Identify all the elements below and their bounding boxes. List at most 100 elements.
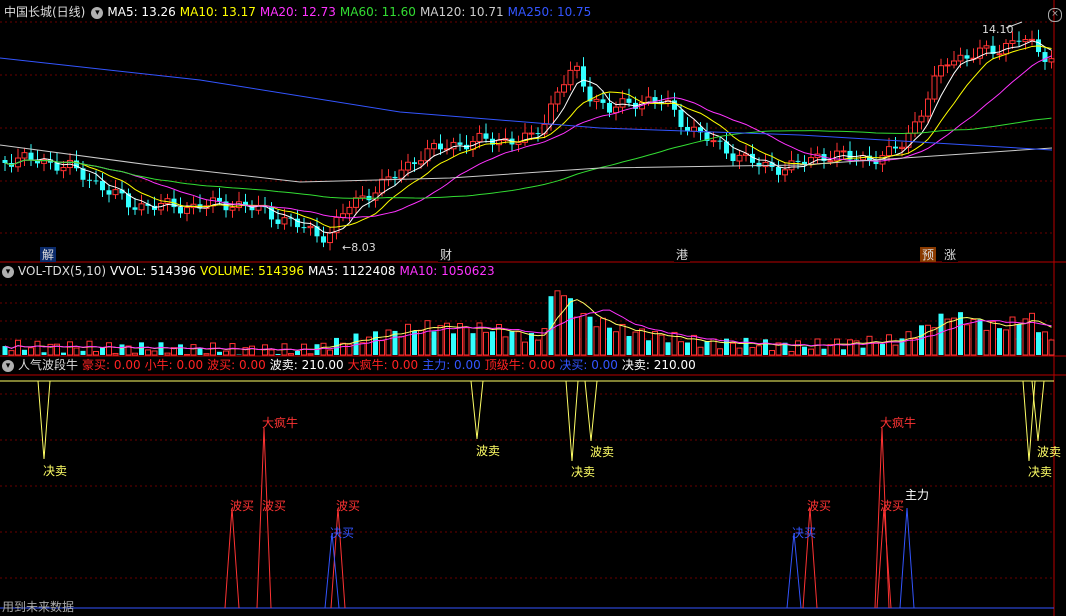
volume-bar bbox=[983, 329, 990, 356]
candle-body bbox=[541, 123, 548, 135]
volume-title: VOL-TDX(5,10) bbox=[18, 264, 107, 278]
candle-body bbox=[528, 132, 535, 135]
signal-label: 波买 bbox=[807, 499, 832, 513]
volume-bar bbox=[1029, 312, 1035, 356]
volume-bar bbox=[47, 343, 54, 356]
volume-bar bbox=[808, 348, 814, 356]
volume-bar bbox=[587, 316, 593, 355]
candle-body bbox=[782, 169, 788, 176]
volume-header: ▾ VOL-TDX(5,10) VVOL: 514396 VOLUME: 514396… bbox=[0, 263, 503, 279]
volume-bar bbox=[1042, 331, 1048, 356]
candle-body bbox=[574, 65, 580, 71]
volume-bar bbox=[359, 342, 366, 356]
buy-spike bbox=[899, 507, 915, 609]
chart-stage[interactable]: 14.10 ←8.03 解 财 港 预涨 bbox=[0, 0, 1066, 616]
candle-body bbox=[184, 207, 190, 214]
volume-bar bbox=[593, 326, 600, 356]
candle-body bbox=[938, 65, 944, 77]
volume-bar bbox=[203, 353, 210, 356]
close-icon[interactable]: × bbox=[1048, 8, 1062, 22]
candle-body bbox=[827, 160, 834, 163]
candle-body bbox=[886, 146, 892, 157]
volume-bars bbox=[2, 290, 1055, 356]
signal-label: 波买 bbox=[336, 499, 361, 513]
legend-value: 波买: 0.00 bbox=[207, 358, 266, 372]
buy-spike bbox=[786, 532, 802, 609]
candle-body bbox=[626, 98, 632, 103]
chevron-down-icon[interactable]: ▾ bbox=[2, 265, 14, 278]
volume-bar bbox=[1036, 332, 1041, 355]
volume-bar bbox=[28, 347, 34, 356]
volume-bar bbox=[112, 352, 119, 356]
signal-label: 决卖 bbox=[1028, 465, 1053, 479]
volume-bar bbox=[769, 350, 775, 356]
volume-bar bbox=[385, 329, 392, 356]
volume-bar bbox=[697, 346, 704, 356]
volume-bar bbox=[483, 331, 489, 356]
ma10-line bbox=[4, 45, 1052, 228]
candle-body bbox=[412, 162, 417, 164]
volume-bar bbox=[561, 295, 567, 356]
buy-spike bbox=[224, 507, 240, 609]
volume-bar bbox=[763, 339, 768, 355]
volume-bar bbox=[190, 344, 197, 356]
candle-body bbox=[106, 190, 112, 195]
volume-bar bbox=[931, 327, 938, 356]
buy-spike bbox=[874, 427, 890, 609]
signal-label: 波卖 bbox=[1037, 445, 1062, 459]
volume-bar bbox=[743, 337, 749, 355]
candle-body bbox=[1042, 52, 1048, 62]
chevron-down-icon[interactable]: ▾ bbox=[2, 359, 14, 372]
candle-body bbox=[1048, 58, 1055, 63]
signal-label: 大疯牛 bbox=[262, 416, 299, 430]
volume-bar bbox=[424, 320, 431, 356]
candle-body bbox=[795, 160, 801, 162]
candle-body bbox=[346, 206, 353, 215]
candle-body bbox=[607, 102, 612, 113]
legend-value: 决卖: 210.00 bbox=[621, 358, 696, 372]
candle-body bbox=[931, 75, 938, 100]
legend-value: 决买: 0.00 bbox=[559, 358, 618, 372]
volume-bar bbox=[886, 334, 892, 356]
volume-bar bbox=[847, 339, 853, 356]
ma20-line bbox=[4, 55, 1052, 219]
candle-body bbox=[944, 64, 951, 67]
volume-bar bbox=[86, 340, 93, 356]
future-data-warning: 用到未来数据 bbox=[2, 600, 75, 614]
candle-body bbox=[307, 225, 314, 229]
candle-body bbox=[379, 178, 385, 194]
candle-body bbox=[1009, 40, 1016, 44]
signal-label: 波卖 bbox=[476, 444, 501, 458]
candle-body bbox=[840, 150, 847, 153]
volume-bar bbox=[841, 349, 846, 355]
volume-bar bbox=[730, 342, 736, 356]
candle-body bbox=[918, 115, 925, 123]
legend-value: MA120: 10.71 bbox=[419, 5, 504, 19]
event-marker: 预 bbox=[922, 248, 934, 262]
volume-bar bbox=[834, 338, 840, 356]
volume-bar bbox=[736, 347, 743, 356]
candle-body bbox=[515, 141, 522, 145]
volume-bar bbox=[788, 350, 795, 356]
candle-body bbox=[717, 140, 723, 142]
volume-bar bbox=[340, 342, 346, 356]
volume-bar bbox=[756, 345, 762, 356]
sell-spike bbox=[584, 380, 598, 442]
volume-bar bbox=[652, 331, 658, 356]
candle-body bbox=[457, 142, 463, 145]
candle-body bbox=[112, 189, 119, 196]
candle-body bbox=[301, 227, 307, 229]
candle-body bbox=[951, 60, 957, 66]
volume-bar bbox=[802, 346, 807, 355]
volume-bar bbox=[685, 342, 690, 355]
chevron-down-icon[interactable]: ▾ bbox=[91, 6, 104, 19]
volume-bar bbox=[977, 319, 983, 355]
volume-bar bbox=[470, 333, 476, 355]
signal-label: 波买 bbox=[230, 499, 255, 513]
volume-bar bbox=[704, 341, 710, 355]
volume-bar bbox=[892, 344, 899, 356]
candle-body bbox=[340, 213, 346, 218]
volume-bar bbox=[223, 350, 229, 356]
volume-bar bbox=[431, 331, 437, 355]
candle-body bbox=[385, 176, 392, 180]
